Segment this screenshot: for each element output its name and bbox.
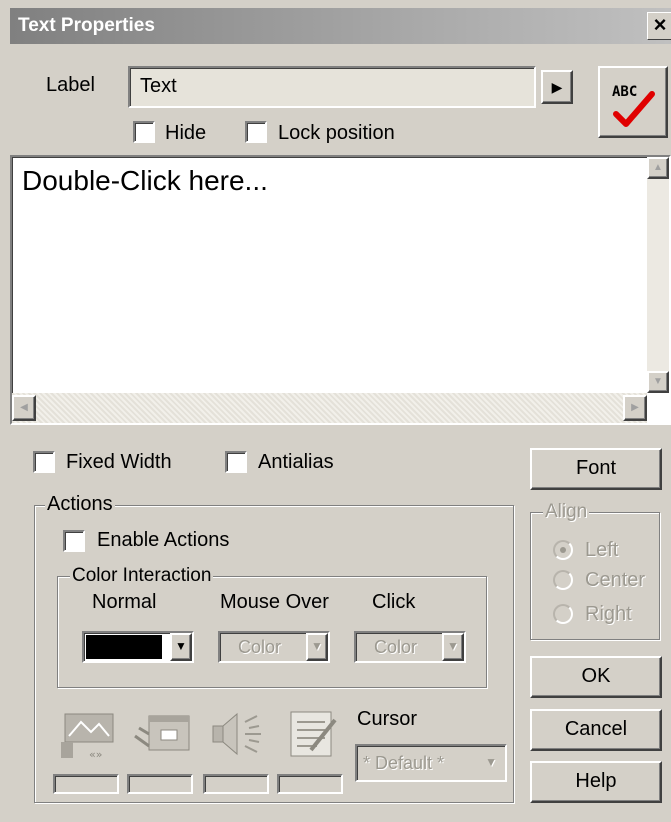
- lock-position-label: Lock position: [278, 122, 395, 144]
- title-bar: Text Properties ×: [10, 8, 671, 44]
- vertical-scrollbar[interactable]: ▲ ▼: [647, 157, 669, 393]
- align-center-radio[interactable]: [553, 570, 573, 590]
- antialias-label: Antialias: [258, 451, 334, 473]
- text-editor[interactable]: Double-Click here... ▲ ▼ ◀ ▶: [10, 155, 671, 425]
- click-label: Click: [372, 591, 416, 613]
- triangle-right-icon: ▶: [631, 402, 639, 413]
- scroll-up-button[interactable]: ▲: [647, 157, 669, 179]
- lock-position-checkbox[interactable]: [245, 121, 267, 143]
- normal-color-select[interactable]: ▼: [82, 631, 194, 663]
- notes-action-icon[interactable]: [281, 706, 347, 764]
- click-dropdown-button[interactable]: ▼: [442, 633, 464, 661]
- enable-actions-label: Enable Actions: [97, 529, 230, 551]
- align-legend: Align: [543, 501, 590, 523]
- align-left-label: Left: [585, 539, 619, 561]
- chevron-down-icon: ▼: [447, 639, 459, 653]
- align-right-label: Right: [585, 603, 632, 625]
- font-button[interactable]: Font: [530, 448, 662, 490]
- antialias-checkbox[interactable]: [225, 451, 247, 473]
- normal-color-swatch: [86, 635, 162, 659]
- fixed-width-checkbox[interactable]: [33, 451, 55, 473]
- window-action-icon[interactable]: [131, 706, 197, 764]
- chevron-down-icon: ▼: [311, 639, 323, 653]
- align-center-label: Center: [585, 569, 646, 591]
- sound-action-slot: [203, 774, 269, 794]
- close-button[interactable]: ×: [647, 12, 671, 40]
- scroll-down-button[interactable]: ▼: [647, 371, 669, 393]
- actions-group: Actions Enable Actions Color Interaction…: [34, 493, 514, 803]
- normal-label: Normal: [92, 591, 157, 613]
- align-group: Align Left Center Right: [530, 501, 660, 640]
- horizontal-scrollbar[interactable]: ◀ ▶: [12, 393, 647, 423]
- label-menu-button[interactable]: ▶: [541, 70, 573, 104]
- triangle-up-icon: ▲: [653, 162, 663, 173]
- chevron-down-icon: ▼: [485, 755, 497, 769]
- mouse-over-color-select[interactable]: Color ▼: [218, 631, 330, 663]
- hide-label: Hide: [165, 122, 207, 144]
- cursor-label: Cursor: [357, 708, 418, 730]
- align-left-radio[interactable]: [553, 540, 573, 560]
- triangle-right-icon: ▶: [551, 79, 563, 95]
- chevron-down-icon: ▼: [175, 639, 187, 653]
- image-action-icon[interactable]: «»: [55, 706, 125, 764]
- enable-actions-checkbox[interactable]: [63, 530, 85, 552]
- checkmark-icon: [613, 91, 655, 127]
- label-field[interactable]: Text: [128, 66, 536, 108]
- color-interaction-legend: Color Interaction: [70, 565, 214, 587]
- editor-content: Double-Click here...: [22, 165, 268, 196]
- triangle-left-icon: ◀: [20, 402, 28, 413]
- cursor-select[interactable]: * Default * ▼: [355, 744, 507, 782]
- help-button[interactable]: Help: [530, 761, 662, 803]
- align-right-radio[interactable]: [553, 604, 573, 624]
- mouse-over-label: Mouse Over: [220, 591, 329, 613]
- dialog-title: Text Properties: [18, 15, 155, 36]
- notes-action-slot: [277, 774, 343, 794]
- click-color-select[interactable]: Color ▼: [354, 631, 466, 663]
- text-properties-dialog: Text Properties × Label Text ▶ ABC Hide …: [0, 0, 671, 822]
- scroll-right-button[interactable]: ▶: [623, 395, 647, 421]
- label-caption: Label: [46, 74, 95, 96]
- fixed-width-label: Fixed Width: [66, 451, 172, 473]
- triangle-down-icon: ▼: [653, 376, 663, 387]
- svg-text:«»: «»: [89, 748, 102, 761]
- mouse-over-color-value: Color: [238, 637, 282, 657]
- cancel-button[interactable]: Cancel: [530, 709, 662, 751]
- mouse-over-dropdown-button[interactable]: ▼: [306, 633, 328, 661]
- normal-color-dropdown-button[interactable]: ▼: [170, 633, 192, 661]
- hide-checkbox[interactable]: [133, 121, 155, 143]
- cursor-value: * Default *: [363, 753, 445, 773]
- sound-action-icon[interactable]: [205, 706, 271, 764]
- window-action-slot: [127, 774, 193, 794]
- image-action-slot: [53, 774, 119, 794]
- spellcheck-button[interactable]: ABC: [598, 66, 668, 138]
- click-color-value: Color: [374, 637, 418, 657]
- actions-legend: Actions: [45, 493, 115, 516]
- scroll-left-button[interactable]: ◀: [12, 395, 36, 421]
- radio-selected-dot: [560, 547, 566, 553]
- ok-button[interactable]: OK: [530, 656, 662, 698]
- color-interaction-group: Color Interaction Normal Mouse Over Clic…: [57, 565, 487, 688]
- label-field-value: Text: [140, 75, 177, 97]
